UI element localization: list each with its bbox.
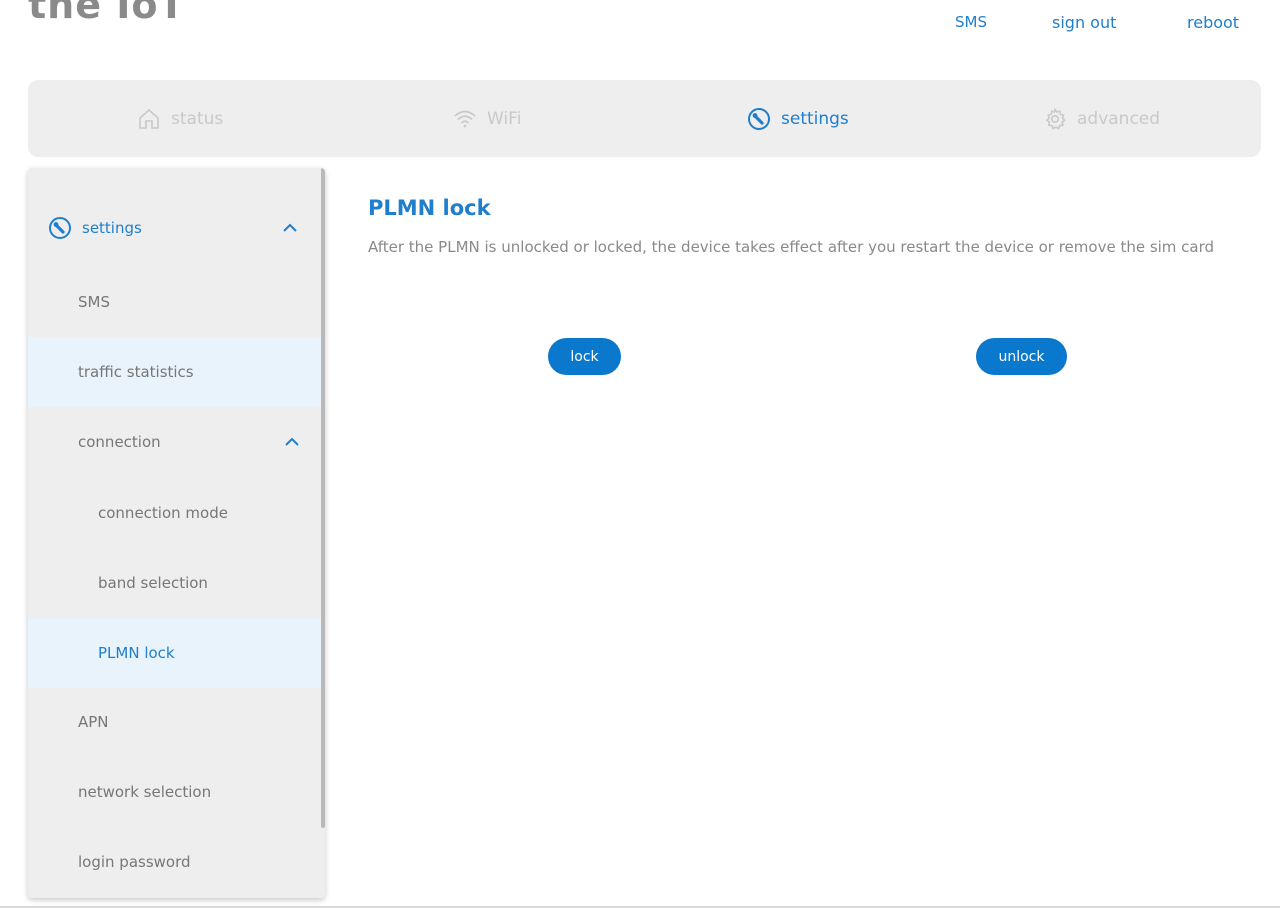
sidebar-item-connection[interactable]: connection: [28, 407, 321, 477]
sidebar-scrollbar[interactable]: [321, 168, 325, 828]
sidebar-item-traffic-statistics[interactable]: traffic statistics: [28, 337, 321, 407]
main-nav: status WiFi settings advanced: [28, 80, 1261, 157]
settings-sidebar: settings SMS traffic statistics connecti…: [28, 168, 325, 898]
sidebar-item-label: APN: [78, 713, 109, 731]
sidebar-item-label: traffic statistics: [78, 363, 194, 381]
sidebar-item-label: login password: [78, 853, 191, 871]
gear-icon: [1045, 107, 1066, 129]
chevron-up-icon[interactable]: [281, 219, 299, 237]
tab-label: settings: [781, 108, 849, 129]
page-title: PLMN lock: [368, 196, 491, 220]
page-description: After the PLMN is unlocked or locked, th…: [368, 238, 1215, 256]
sidebar-item-label: network selection: [78, 783, 212, 801]
sidebar-item-login-password[interactable]: login password: [28, 827, 321, 897]
sidebar-item-label: connection: [78, 433, 161, 451]
tab-status[interactable]: status: [137, 80, 223, 157]
tab-wifi[interactable]: WiFi: [453, 80, 521, 157]
tab-label: status: [171, 108, 224, 129]
sidebar-item-label: PLMN lock: [98, 644, 175, 662]
reboot-link[interactable]: reboot: [1187, 13, 1239, 32]
tab-label: WiFi: [487, 108, 522, 129]
sidebar-header-settings[interactable]: settings: [28, 193, 321, 263]
tab-settings[interactable]: settings: [747, 80, 849, 157]
tab-label: advanced: [1077, 108, 1161, 129]
chevron-up-icon[interactable]: [283, 433, 301, 451]
brand-logo: the IoT: [28, 0, 186, 27]
sidebar-item-sms[interactable]: SMS: [28, 267, 321, 337]
settings-wrench-icon: [748, 107, 770, 130]
sidebar-item-plmn-lock[interactable]: PLMN lock: [28, 618, 321, 688]
sidebar-item-band-selection[interactable]: band selection: [28, 548, 321, 618]
sidebar-item-label: band selection: [98, 574, 208, 592]
sidebar-item-label: connection mode: [98, 504, 228, 522]
home-icon: [139, 108, 159, 129]
sidebar-item-connection-mode[interactable]: connection mode: [28, 478, 321, 548]
settings-wrench-icon: [49, 217, 71, 239]
sidebar-item-network-selection[interactable]: network selection: [28, 757, 321, 827]
sidebar-item-label: SMS: [78, 293, 110, 311]
main-content: PLMN lock After the PLMN is unlocked or …: [368, 196, 1238, 261]
lock-button[interactable]: lock: [548, 338, 621, 375]
sms-link[interactable]: SMS: [955, 13, 987, 31]
sidebar-item-apn[interactable]: APN: [28, 687, 321, 757]
sidebar-title: settings: [82, 219, 142, 237]
unlock-button[interactable]: unlock: [976, 338, 1067, 375]
tab-advanced[interactable]: advanced: [1043, 80, 1160, 157]
wifi-icon: [454, 110, 476, 127]
sign-out-link[interactable]: sign out: [1052, 13, 1116, 32]
